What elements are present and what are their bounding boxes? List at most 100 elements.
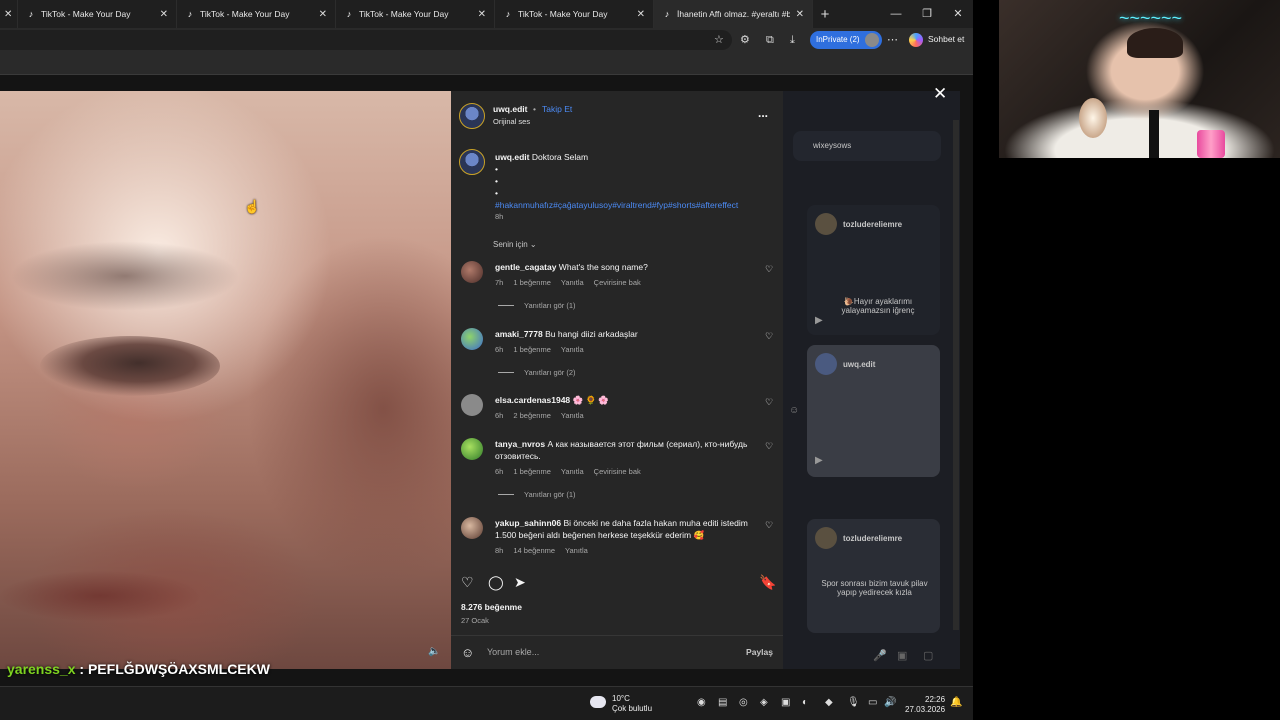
- comment-user[interactable]: amaki_7778: [495, 329, 543, 339]
- comment-user[interactable]: yakup_sahinn06: [495, 518, 561, 528]
- comment-likes[interactable]: 1 beğenme: [513, 345, 551, 354]
- comment-body: elsa.cardenas1948 🌸 🌻 🌸: [495, 394, 757, 406]
- tray-app-icon[interactable]: ◉: [697, 697, 706, 708]
- volume-icon[interactable]: 🔈: [428, 646, 440, 657]
- copilot-chat-label[interactable]: Sohbet et: [928, 34, 964, 44]
- bookmark-icon[interactable]: 🔖: [759, 574, 776, 591]
- avatar[interactable]: [461, 517, 483, 539]
- caption-username[interactable]: uwq.edit: [495, 152, 529, 162]
- tiktok-icon: ♪: [187, 9, 193, 19]
- inprivate-badge[interactable]: InPrivate (2): [810, 31, 882, 49]
- comment-likes[interactable]: 14 beğenme: [513, 546, 555, 555]
- comment-icon[interactable]: ◯: [488, 574, 504, 591]
- comment-input[interactable]: Yorum ekle...: [487, 647, 539, 657]
- url-input[interactable]: [0, 30, 732, 50]
- more-options-icon[interactable]: ...: [758, 106, 768, 120]
- heart-icon[interactable]: ♡: [765, 520, 773, 531]
- heart-icon[interactable]: ♡: [765, 441, 773, 452]
- emoji-icon[interactable]: ☺: [461, 645, 474, 660]
- close-icon[interactable]: ✕: [796, 9, 804, 20]
- download-icon[interactable]: ⤓: [790, 34, 795, 46]
- comment-text: What's the song name?: [558, 262, 648, 272]
- extensions-icon[interactable]: ⚙: [740, 34, 750, 46]
- sort-dropdown[interactable]: Senin için ⌄: [493, 240, 537, 249]
- mic-icon[interactable]: 🎙: [847, 697, 860, 708]
- weather-widget[interactable]: 10°C Çok bulutlu: [590, 694, 652, 714]
- tray-app-icon[interactable]: ◈: [760, 697, 768, 708]
- inprivate-label: InPrivate (2): [816, 35, 860, 44]
- post-panel: uwq.edit • Takip Et Orijinal ses ... uwq…: [451, 91, 783, 669]
- tiktok-icon: ♪: [505, 9, 511, 19]
- favorite-star-icon[interactable]: ☆: [714, 34, 724, 46]
- divider: [498, 494, 514, 495]
- tab-1[interactable]: ♪ TikTok - Make Your Day ✕: [18, 0, 177, 28]
- network-icon[interactable]: ▭: [868, 697, 877, 708]
- divider: [498, 305, 514, 306]
- feed-card-2[interactable]: uwq.edit ▶: [807, 345, 940, 477]
- avatar[interactable]: [461, 328, 483, 350]
- comment-user[interactable]: tanya_nvros: [495, 439, 545, 449]
- share-icon[interactable]: ➤: [514, 574, 526, 591]
- comment-likes[interactable]: 2 beğenme: [513, 411, 551, 420]
- tab-2[interactable]: ♪ TikTok - Make Your Day ✕: [177, 0, 336, 28]
- translate-link[interactable]: Çevirisine bak: [594, 467, 641, 476]
- avatar[interactable]: [461, 394, 483, 416]
- avatar[interactable]: [459, 149, 485, 175]
- minimize-button[interactable]: —: [881, 0, 911, 28]
- reply-button[interactable]: Yanıtla: [561, 411, 584, 420]
- volume-icon[interactable]: 🔊: [884, 697, 896, 708]
- close-icon[interactable]: ✕: [637, 9, 645, 20]
- caption-hashtags[interactable]: #hakanmuhafız#çağatayulusoy#viraltrend#f…: [495, 199, 775, 211]
- reply-button[interactable]: Yanıtla: [561, 345, 584, 354]
- clock[interactable]: 22:26 27.03.2026: [905, 695, 945, 715]
- like-count[interactable]: 8.276 beğenme: [461, 602, 522, 612]
- close-icon[interactable]: ✕: [933, 84, 947, 104]
- view-replies[interactable]: Yanıtları gör (2): [498, 368, 576, 377]
- heart-icon[interactable]: ♡: [765, 397, 773, 408]
- post-comment-button[interactable]: Paylaş: [746, 647, 773, 657]
- comment-likes[interactable]: 1 beğenme: [513, 278, 551, 287]
- view-replies[interactable]: Yanıtları gör (1): [498, 301, 576, 310]
- follow-button[interactable]: Takip Et: [542, 104, 572, 114]
- view-replies[interactable]: Yanıtları gör (1): [498, 490, 576, 499]
- feed-card-1[interactable]: tozludereliemre 🐌Hayır ayaklarımı yalaya…: [807, 205, 940, 335]
- close-icon[interactable]: ✕: [319, 9, 327, 20]
- avatar[interactable]: [459, 103, 485, 129]
- window-close-button[interactable]: ✕: [943, 0, 973, 28]
- close-icon[interactable]: ✕: [478, 9, 486, 20]
- notification-bell-icon[interactable]: 🔔: [950, 697, 962, 708]
- comment-user[interactable]: gentle_cagatay: [495, 262, 556, 272]
- more-menu-icon[interactable]: ⋯: [887, 34, 898, 46]
- tray-app-icon[interactable]: ▣: [781, 697, 790, 708]
- tray-app-icon[interactable]: ◎: [739, 697, 748, 708]
- video-player[interactable]: [0, 91, 451, 669]
- collections-icon[interactable]: ⧉: [766, 34, 774, 46]
- audio-label[interactable]: Orijinal ses: [493, 117, 530, 126]
- restore-button[interactable]: ❐: [912, 0, 942, 28]
- tab-5-active[interactable]: ♪ İhanetin Affı olmaz. #yeraltı #bozk ✕: [654, 0, 813, 28]
- tray-app-icon[interactable]: ◆: [825, 697, 833, 708]
- tab-close-partial[interactable]: ✕: [0, 0, 18, 28]
- heart-icon[interactable]: ♡: [765, 331, 773, 342]
- feed-card-3[interactable]: tozludereliemre Spor sonrası bizim tavuk…: [807, 519, 940, 633]
- tab-4[interactable]: ♪ TikTok - Make Your Day ✕: [495, 0, 654, 28]
- avatar[interactable]: [461, 438, 483, 460]
- reply-button[interactable]: Yanıtla: [561, 467, 584, 476]
- scrollbar[interactable]: [953, 120, 959, 630]
- comment-likes[interactable]: 1 beğenme: [513, 467, 551, 476]
- post-username[interactable]: uwq.edit: [493, 104, 527, 114]
- close-icon[interactable]: ✕: [160, 9, 168, 20]
- tray-app-icon[interactable]: ▤: [718, 697, 727, 708]
- feed-card-top[interactable]: wixeysows: [793, 131, 941, 161]
- tab-3[interactable]: ♪ TikTok - Make Your Day ✕: [336, 0, 495, 28]
- translate-link[interactable]: Çevirisine bak: [594, 278, 641, 287]
- copilot-icon[interactable]: [909, 33, 923, 47]
- reply-button[interactable]: Yanıtla: [561, 278, 584, 287]
- like-icon[interactable]: ♡: [461, 574, 474, 591]
- heart-icon[interactable]: ♡: [765, 264, 773, 275]
- tray-app-icon[interactable]: ◐: [802, 697, 808, 708]
- comment-user[interactable]: elsa.cardenas1948: [495, 395, 570, 405]
- avatar[interactable]: [461, 261, 483, 283]
- reply-button[interactable]: Yanıtla: [565, 546, 588, 555]
- new-tab-button[interactable]: +: [813, 6, 837, 23]
